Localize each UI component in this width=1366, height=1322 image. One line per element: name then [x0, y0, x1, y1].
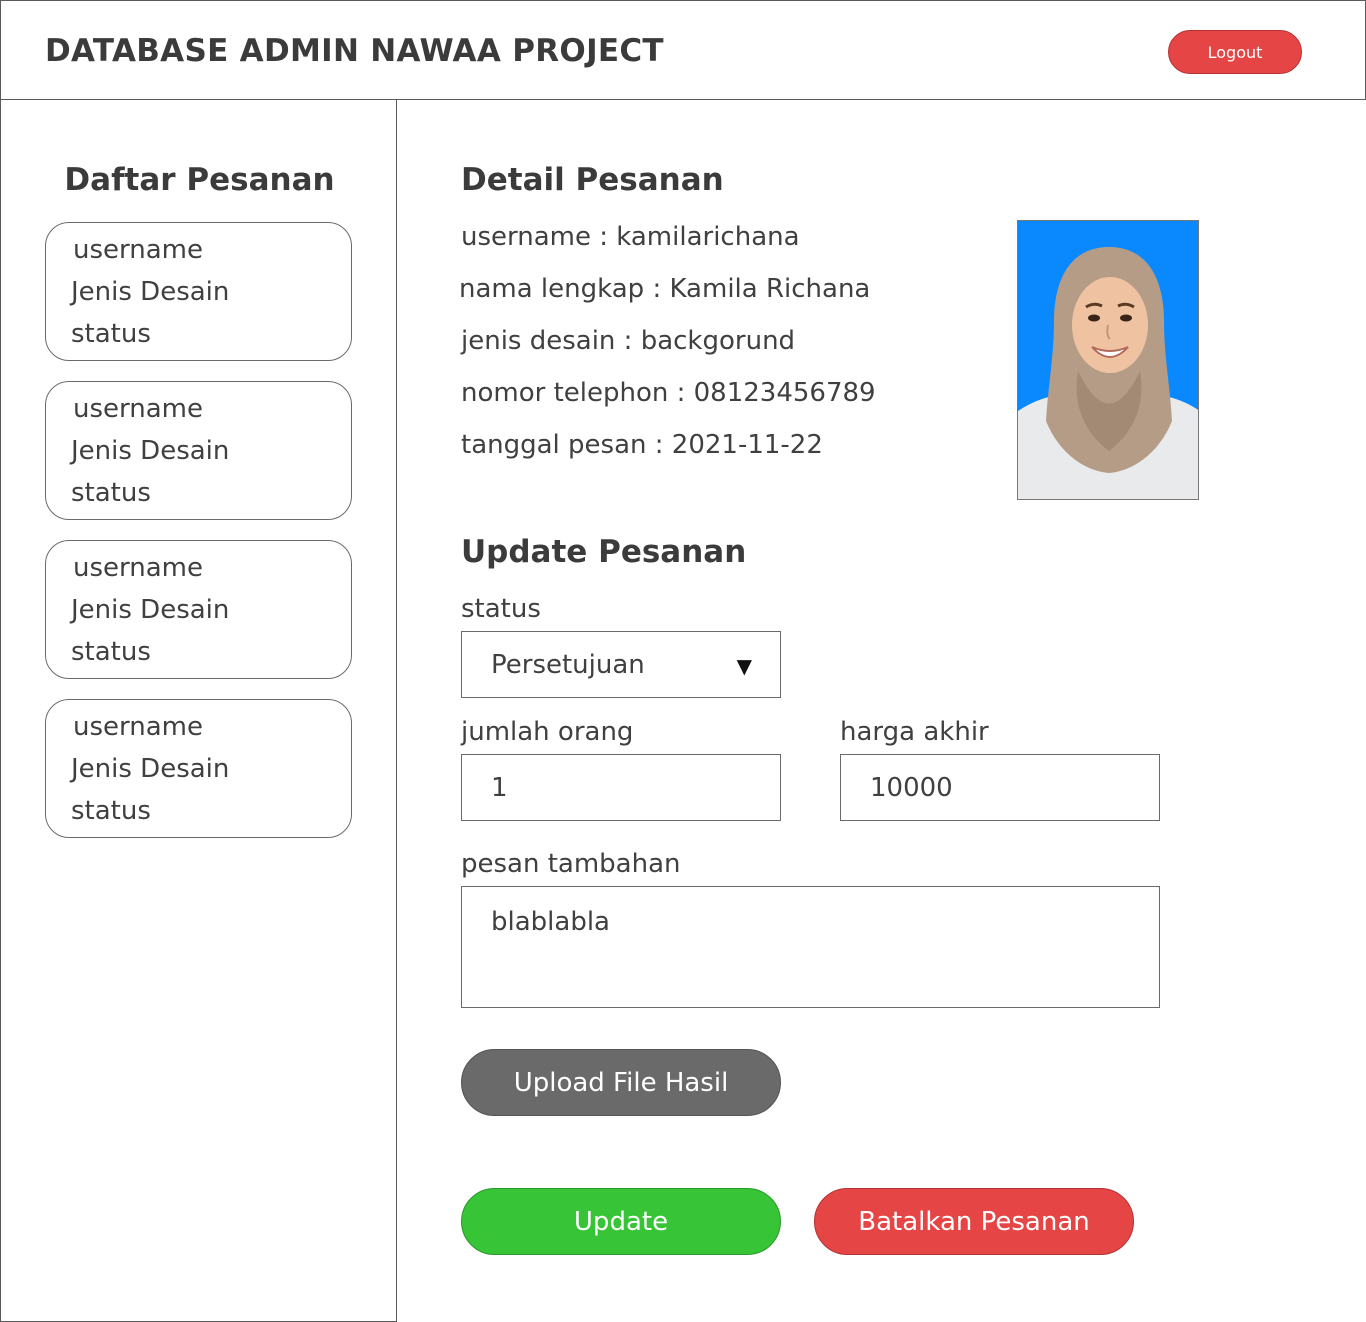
detail-username: username : kamilarichana	[461, 222, 800, 252]
detail-tanggal-pesan: tanggal pesan : 2021-11-22	[461, 430, 823, 460]
customer-photo	[1017, 220, 1199, 500]
jumlah-orang-value: 1	[491, 773, 508, 803]
pesan-tambahan-value: blablabla	[491, 907, 610, 937]
order-status: status	[71, 796, 151, 826]
order-card[interactable]: username Jenis Desain status	[45, 699, 352, 838]
app-title: DATABASE ADMIN NAWAA PROJECT	[45, 33, 664, 69]
detail-nama-lengkap: nama lengkap : Kamila Richana	[459, 274, 871, 304]
upload-file-button[interactable]: Upload File Hasil	[461, 1049, 781, 1116]
order-username: username	[73, 394, 203, 424]
jumlah-orang-input[interactable]: 1	[461, 754, 781, 821]
pesan-tambahan-label: pesan tambahan	[461, 849, 681, 879]
status-select[interactable]: Persetujuan ▼	[461, 631, 781, 698]
order-jenis-desain: Jenis Desain	[71, 436, 230, 466]
order-jenis-desain: Jenis Desain	[71, 277, 230, 307]
jumlah-orang-label: jumlah orang	[461, 717, 634, 747]
order-status: status	[71, 319, 151, 349]
sidebar: Daftar Pesanan username Jenis Desain sta…	[0, 99, 397, 1322]
order-card[interactable]: username Jenis Desain status	[45, 540, 352, 679]
dropdown-arrow-icon: ▼	[736, 654, 752, 678]
order-status: status	[71, 478, 151, 508]
harga-akhir-label: harga akhir	[840, 717, 989, 747]
order-card[interactable]: username Jenis Desain status	[45, 222, 352, 361]
order-jenis-desain: Jenis Desain	[71, 595, 230, 625]
status-label: status	[461, 594, 541, 624]
harga-akhir-input[interactable]: 10000	[840, 754, 1160, 821]
status-selected-value: Persetujuan	[491, 650, 645, 680]
detail-nomor-telephon: nomor telephon : 08123456789	[461, 378, 876, 408]
order-status: status	[71, 637, 151, 667]
cancel-order-button[interactable]: Batalkan Pesanan	[814, 1188, 1134, 1255]
sidebar-title: Daftar Pesanan	[64, 162, 335, 198]
order-card[interactable]: username Jenis Desain status	[45, 381, 352, 520]
update-button[interactable]: Update	[461, 1188, 781, 1255]
order-username: username	[73, 553, 203, 583]
order-username: username	[73, 235, 203, 265]
app-header: DATABASE ADMIN NAWAA PROJECT Logout	[0, 0, 1366, 100]
pesan-tambahan-textarea[interactable]: blablabla	[461, 886, 1160, 1008]
logout-button[interactable]: Logout	[1168, 30, 1302, 74]
update-title: Update Pesanan	[461, 534, 747, 570]
harga-akhir-value: 10000	[870, 773, 953, 803]
detail-jenis-desain: jenis desain : backgorund	[461, 326, 796, 356]
order-username: username	[73, 712, 203, 742]
order-jenis-desain: Jenis Desain	[71, 754, 230, 784]
detail-title: Detail Pesanan	[461, 162, 724, 198]
